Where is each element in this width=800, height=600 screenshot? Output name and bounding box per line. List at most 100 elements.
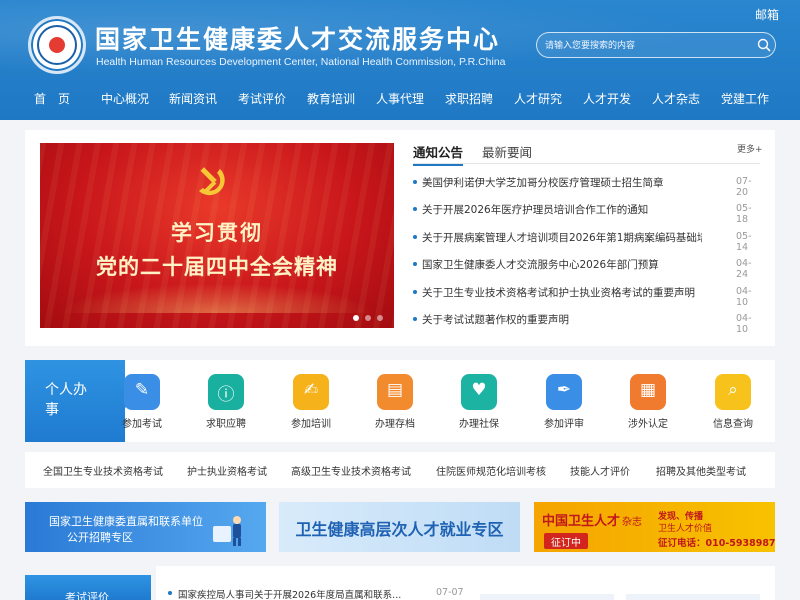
personal-services-tab[interactable]: 个人办事 — [25, 360, 132, 442]
news-title[interactable]: 国家疾控局人事司关于开展2026年度局直属和联系... — [178, 587, 401, 600]
site-subtitle: Health Human Resources Development Cente… — [96, 56, 506, 68]
service-info[interactable]: ⓘ 求职应聘 — [196, 374, 256, 434]
news-title[interactable]: 关于开展病案管理人才培训项目2026年第1期病案编码基础培... — [422, 230, 702, 245]
banner-glow — [60, 283, 374, 313]
exam-link[interactable]: 技能人才评价 — [570, 463, 630, 478]
bullet-icon — [413, 290, 417, 294]
exam-icon: ✎ — [124, 374, 160, 410]
exam-link[interactable]: 高级卫生专业技术资格考试 — [291, 463, 411, 478]
bullet-icon — [413, 207, 417, 211]
service-foreign-cert[interactable]: ▦ 涉外认定 — [618, 374, 678, 434]
service-label: 求职应聘 — [206, 419, 246, 430]
archive-icon-glyph: ▤ — [386, 380, 404, 400]
news-date: 04-10 — [736, 286, 752, 308]
mail-link[interactable]: 邮箱 — [755, 6, 779, 23]
nav-about[interactable]: 中心概况 — [101, 90, 149, 107]
recruitment-promo[interactable]: 国家卫生健康委直属和联系单位 公开招聘专区 — [25, 502, 266, 552]
nav-development[interactable]: 人才开发 — [583, 90, 631, 107]
exam-link[interactable]: 住院医师规范化培训考核 — [436, 463, 546, 478]
service-label: 参加评审 — [544, 419, 584, 430]
carousel-dot[interactable] — [377, 315, 383, 321]
exam-link[interactable]: 护士执业资格考试 — [187, 463, 267, 478]
magazine-tag: 杂志 — [622, 517, 642, 528]
exam-evaluation-label: 考试评价 — [65, 591, 109, 600]
list-item[interactable]: 美国伊利诺伊大学芝加哥分校医疗管理硕士招生简章 07-20 — [413, 172, 760, 198]
exam-link[interactable]: 全国卫生专业技术资格考试 — [43, 463, 163, 478]
personal-services: 个人办事 ✎ 参加考试 ⓘ 求职应聘 ✍ 参加培训 ▤ 办理存档 ♥ 办理社保 ✒ 参加评审 ▦ 涉外认定… — [25, 360, 775, 442]
banner-line-1: 学习贯彻 — [171, 220, 263, 245]
exam-icon-glyph: ✎ — [134, 380, 150, 400]
placeholder-box — [480, 594, 614, 600]
nav-jobs[interactable]: 求职招聘 — [445, 90, 493, 107]
list-item[interactable]: 国家疾控局人事司关于开展2026年度局直属和联系... 07-07 — [168, 585, 468, 600]
subscribe-badge: 征订中 — [544, 533, 588, 549]
nav-research[interactable]: 人才研究 — [514, 90, 562, 107]
service-social-security[interactable]: ♥ 办理社保 — [449, 374, 509, 434]
nav-personnel-agency[interactable]: 人事代理 — [376, 90, 424, 107]
news-title[interactable]: 美国伊利诺伊大学芝加哥分校医疗管理硕士招生简章 — [422, 175, 702, 190]
exam-links: 全国卫生专业技术资格考试 护士执业资格考试 高级卫生专业技术资格考试 住院医师规… — [25, 452, 775, 488]
more-link[interactable]: 更多+ — [737, 142, 763, 155]
service-label: 涉外认定 — [628, 419, 668, 430]
news-title[interactable]: 关于卫生专业技术资格考试和护士执业资格考试的重要声明 — [422, 285, 702, 300]
foreign-cert-icon-glyph: ▦ — [639, 380, 657, 400]
news-section: 学习贯彻 党的二十届四中全会精神 通知公告 最新要闻 更多+ 美国伊利诺伊大学芝… — [25, 130, 775, 346]
nav-training[interactable]: 教育培训 — [307, 90, 355, 107]
search-icon[interactable] — [757, 38, 771, 52]
talent-employment-promo[interactable]: 卫生健康高层次人才就业专区 — [279, 502, 520, 552]
service-review[interactable]: ✒ 参加评审 — [534, 374, 594, 434]
promo-recruitment-line-2: 公开招聘专区 — [67, 531, 133, 544]
news-title[interactable]: 关于开展2026年医疗护理员培训合作工作的通知 — [422, 202, 702, 217]
list-item[interactable]: 国家卫生健康委人才交流服务中心2026年部门预算 04-24 — [413, 254, 760, 280]
news-date: 07-07 — [436, 587, 464, 598]
featured-banner[interactable]: 学习贯彻 党的二十届四中全会精神 — [40, 143, 394, 328]
promo-talent-text: 卫生健康高层次人才就业专区 — [295, 520, 504, 539]
carousel-dot[interactable] — [365, 315, 371, 321]
archive-icon: ▤ — [377, 374, 413, 410]
search-box — [536, 32, 776, 58]
list-item[interactable]: 关于考试试题著作权的重要声明 04-10 — [413, 309, 760, 335]
bullet-icon — [413, 317, 417, 321]
subscribe-badge-text: 征订中 — [551, 538, 581, 549]
service-label: 参加考试 — [122, 419, 162, 430]
exam-evaluation-list: 国家疾控局人事司关于开展2026年度局直属和联系... 07-07 — [156, 566, 775, 600]
list-item[interactable]: 关于卫生专业技术资格考试和护士执业资格考试的重要声明 04-10 — [413, 282, 760, 308]
exam-evaluation-tab[interactable]: 考试评价 — [25, 575, 151, 600]
social-security-icon-glyph: ♥ — [471, 380, 487, 400]
nav-exam[interactable]: 考试评价 — [238, 90, 286, 107]
news-title[interactable]: 国家卫生健康委人才交流服务中心2026年部门预算 — [422, 257, 702, 272]
service-archive[interactable]: ▤ 办理存档 — [365, 374, 425, 434]
foreign-cert-icon: ▦ — [630, 374, 666, 410]
search-input[interactable] — [545, 37, 750, 55]
service-label: 信息查询 — [713, 419, 753, 430]
bullet-icon — [413, 262, 417, 266]
site-logo[interactable] — [28, 16, 86, 74]
news-date: 04-10 — [736, 313, 752, 335]
training-icon-glyph: ✍ — [303, 380, 319, 400]
service-label: 办理存档 — [375, 419, 415, 430]
exam-link[interactable]: 招聘及其他类型考试 — [656, 463, 746, 478]
list-item[interactable]: 关于开展2026年医疗护理员培训合作工作的通知 05-18 — [413, 199, 760, 225]
magazine-slogan-2: 卫生人才价值 — [658, 524, 713, 534]
nav-news[interactable]: 新闻资讯 — [169, 90, 217, 107]
magazine-promo[interactable]: 中国卫生人才 杂志 征订中 发现、传播 卫生人才价值 征订电话：010-5938… — [534, 502, 775, 552]
service-query[interactable]: ⌕ 信息查询 — [703, 374, 763, 434]
tab-notices[interactable]: 通知公告 — [413, 142, 464, 166]
training-icon: ✍ — [293, 374, 329, 410]
service-training[interactable]: ✍ 参加培训 — [281, 374, 341, 434]
service-exam[interactable]: ✎ 参加考试 — [112, 374, 172, 434]
placeholder-box — [626, 594, 760, 600]
job-seeker-icon — [213, 516, 241, 546]
tab-latest-news[interactable]: 最新要闻 — [482, 142, 532, 161]
bullet-icon — [168, 591, 172, 595]
list-item[interactable]: 关于开展病案管理人才培训项目2026年第1期病案编码基础培... 05-14 — [413, 227, 760, 253]
review-icon-glyph: ✒ — [556, 380, 572, 400]
carousel-dot[interactable] — [353, 315, 359, 321]
service-label: 参加培训 — [291, 419, 331, 430]
site-header: 国家卫生健康委人才交流服务中心 Health Human Resources D… — [0, 0, 800, 120]
nav-home[interactable]: 首 页 — [34, 90, 70, 107]
site-title: 国家卫生健康委人才交流服务中心 — [95, 25, 501, 54]
news-title[interactable]: 关于考试试题著作权的重要声明 — [422, 312, 702, 327]
nav-party[interactable]: 党建工作 — [721, 90, 769, 107]
nav-magazine[interactable]: 人才杂志 — [652, 90, 700, 107]
